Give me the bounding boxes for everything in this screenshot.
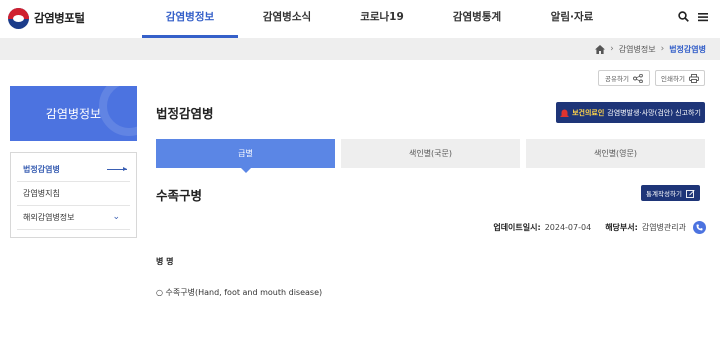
nav-item-disease-info[interactable]: 감염병정보 [142, 0, 238, 38]
updated-value: 2024-07-04 [544, 222, 592, 232]
sidebar-item-notifiable-diseases[interactable]: 법정감염병 [17, 158, 130, 182]
tab-index-english[interactable]: 색인별(영문) [526, 139, 705, 168]
sidebar-item-overseas[interactable]: 해외감염병정보 ⌄ [17, 206, 130, 230]
department-label: 해당부서: [605, 222, 638, 232]
nav-item-covid19[interactable]: 코로나19 [336, 0, 428, 38]
header: 감염병포털 감염병정보 감염병소식 코로나19 감염병통계 알림·자료 [0, 0, 720, 38]
menu-icon[interactable] [698, 12, 708, 22]
report-button-label: 감염병발생·사망(검안) 신고하기 [607, 108, 701, 117]
decorative-circle [99, 86, 137, 136]
nav-item-disease-news[interactable]: 감염병소식 [238, 0, 336, 38]
sidebar-item-guidelines[interactable]: 감염병지침 [17, 182, 130, 206]
sidebar-item-label: 해외감염병정보 [23, 213, 75, 222]
tab-by-class[interactable]: 급별 [156, 139, 335, 173]
sidebar-item-label: 감염병지침 [23, 189, 60, 198]
breadcrumb-bar: › 감염병정보 › 법정감염병 [0, 38, 720, 60]
tab-index-korean[interactable]: 색인별(국문) [341, 139, 520, 168]
breadcrumb-item[interactable]: 감염병정보 [619, 44, 656, 55]
stats-button[interactable]: 통계작성하기 [641, 185, 700, 201]
stats-button-label: 통계작성하기 [646, 190, 682, 198]
logo[interactable]: 감염병포털 [8, 7, 85, 29]
page-title: 법정감염병 [156, 106, 214, 121]
edit-icon [685, 189, 695, 198]
disease-name-value: ○ 수족구병(Hand, foot and mouth disease) [156, 288, 323, 297]
chevron-down-icon: ⌄ [112, 212, 120, 222]
siren-icon [560, 109, 569, 117]
nav-item-statistics[interactable]: 감염병통계 [428, 0, 526, 38]
logo-text: 감염병포털 [34, 11, 85, 25]
share-icon [633, 73, 643, 83]
chevron-right-icon: › [660, 44, 665, 54]
meta-info: 업데이트일시: 2024-07-04 해당부서: 감염병관리과 [493, 220, 706, 234]
sidebar-title-text: 감염병정보 [45, 107, 102, 121]
main-nav: 감염병정보 감염병소식 코로나19 감염병통계 알림·자료 [142, 0, 618, 38]
breadcrumb-current[interactable]: 법정감염병 [669, 44, 706, 55]
section-title: 수족구병 [156, 188, 203, 203]
sidebar-item-label: 법정감염병 [23, 165, 60, 174]
arrow-right-icon [107, 167, 127, 171]
sidebar-menu: 법정감염병 감염병지침 해외감염병정보 ⌄ [10, 152, 137, 238]
print-icon [689, 73, 699, 83]
print-button[interactable]: 인쇄하기 [655, 70, 705, 86]
search-icon[interactable] [678, 11, 689, 22]
updated-label: 업데이트일시: [493, 222, 541, 232]
print-label: 인쇄하기 [661, 75, 685, 83]
share-button[interactable]: 공유하기 [598, 70, 650, 86]
disease-name-label: 병 명 [156, 257, 174, 266]
nav-item-notice[interactable]: 알림·자료 [526, 0, 618, 38]
breadcrumb: › 감염병정보 › 법정감염병 [595, 38, 706, 60]
report-button-highlight: 보건의료인 [572, 108, 605, 117]
sidebar-title: 감염병정보 [10, 86, 137, 141]
report-button[interactable]: 보건의료인 감염병발생·사망(검안) 신고하기 [556, 102, 705, 123]
phone-icon[interactable] [693, 220, 706, 234]
department-value: 감염병관리과 [641, 222, 686, 232]
share-label: 공유하기 [605, 75, 629, 83]
logo-emblem-icon [8, 7, 29, 29]
home-icon[interactable] [595, 44, 606, 54]
chevron-right-icon: › [610, 44, 614, 54]
